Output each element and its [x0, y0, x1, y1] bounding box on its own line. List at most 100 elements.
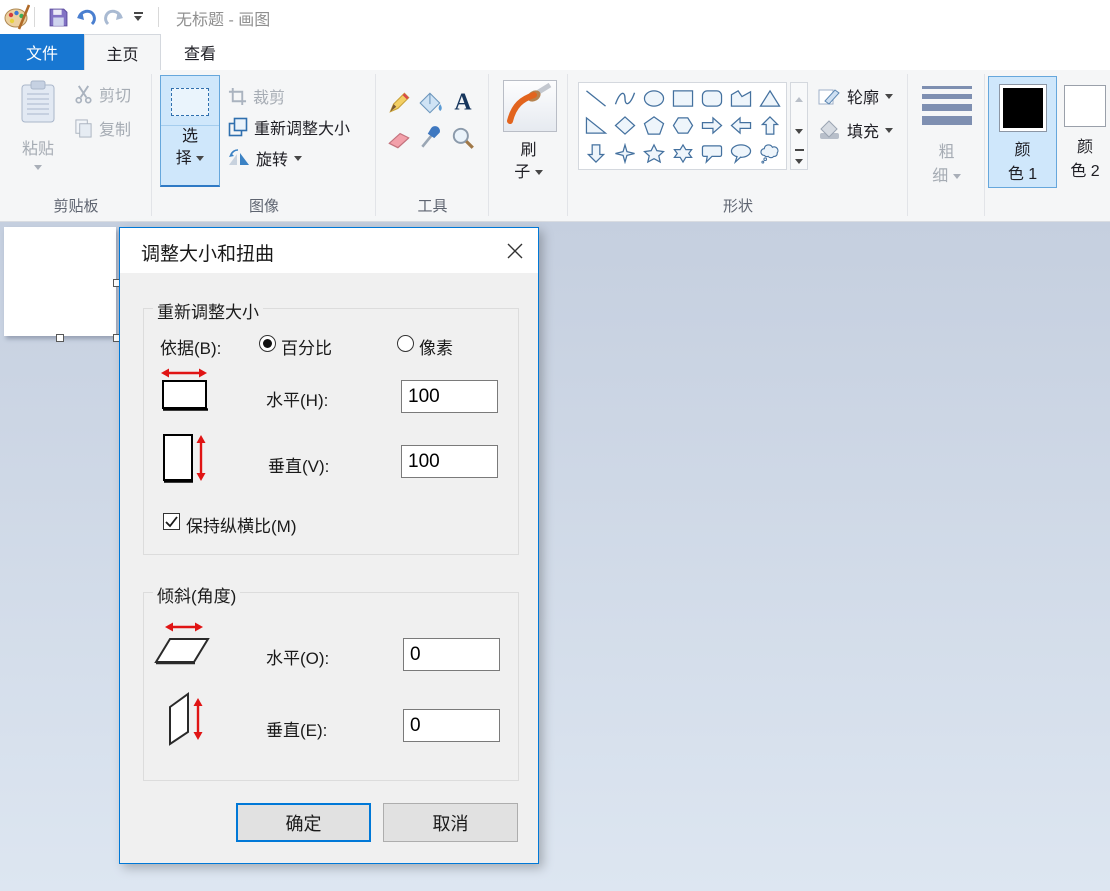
select-button[interactable]: 选 择 — [160, 75, 220, 187]
magnifier-icon[interactable] — [450, 125, 476, 151]
clipboard-group-label: 剪贴板 — [0, 195, 152, 216]
group-image: 选 择 裁剪 重新调整大小 — [152, 70, 376, 222]
shape-pentagon[interactable] — [639, 112, 668, 139]
shape-right-triangle[interactable] — [581, 112, 610, 139]
outline-button[interactable]: 轮廓 — [818, 84, 893, 108]
select-label-2: 择 — [176, 150, 192, 167]
skew-horizontal-label: 水平(O): — [266, 644, 329, 669]
tab-view[interactable]: 查看 — [161, 34, 239, 70]
resize-button[interactable]: 重新调整大小 — [228, 115, 350, 139]
drawing-canvas[interactable] — [4, 227, 116, 336]
redo-button[interactable] — [101, 5, 125, 29]
aspect-ratio-checkbox[interactable] — [163, 513, 180, 530]
copy-button[interactable]: 复制 — [74, 116, 131, 140]
rotate-icon — [228, 148, 250, 168]
paint-window: 无标题 - 画图 文件 主页 查看 粘贴 — [0, 0, 1110, 891]
shape-left-arrow[interactable] — [726, 112, 755, 139]
shape-rounded-callout[interactable] — [697, 140, 726, 167]
fill-icon — [818, 120, 841, 140]
color2-swatch — [1064, 85, 1106, 127]
resize-horizontal-input[interactable] — [401, 380, 498, 413]
crop-label: 裁剪 — [253, 84, 285, 108]
shape-four-point-star[interactable] — [610, 140, 639, 167]
fill-button[interactable]: 填充 — [818, 118, 893, 142]
shape-rectangle[interactable] — [668, 85, 697, 112]
aspect-ratio-label[interactable]: 保持纵横比(M) — [186, 512, 296, 537]
dropdown-arrow-icon — [294, 156, 302, 161]
radio-percent-label[interactable]: 百分比 — [281, 334, 332, 359]
shape-cloud-callout[interactable] — [755, 140, 784, 167]
eyedropper-icon[interactable] — [418, 124, 444, 150]
paste-label: 粘贴 — [12, 135, 64, 159]
rotate-label: 旋转 — [256, 146, 288, 170]
dialog-close-button[interactable] — [502, 239, 528, 263]
brushes-label-2: 子 — [514, 164, 530, 181]
size-button[interactable] — [922, 86, 972, 130]
dropdown-arrow-icon — [535, 170, 543, 175]
rotate-button[interactable]: 旋转 — [228, 146, 302, 170]
shape-right-arrow[interactable] — [697, 112, 726, 139]
skew-vertical-label: 垂直(E): — [266, 716, 327, 741]
radio-pixels-label[interactable]: 像素 — [419, 334, 453, 359]
copy-icon — [74, 119, 93, 138]
selection-rectangle-icon — [171, 88, 209, 116]
undo-button[interactable] — [74, 5, 98, 29]
scroll-down-icon[interactable] — [791, 121, 807, 139]
shape-diamond[interactable] — [610, 112, 639, 139]
color1-swatch — [999, 84, 1047, 132]
shape-curve[interactable] — [610, 85, 639, 112]
skew-horizontal-input[interactable] — [403, 638, 500, 671]
svg-text:A: A — [454, 90, 472, 114]
text-icon[interactable]: A — [450, 88, 476, 114]
resize-icon — [228, 117, 248, 137]
radio-percent[interactable] — [259, 335, 276, 352]
divider — [158, 7, 159, 27]
resize-horizontal-icon — [160, 366, 210, 417]
pencil-icon[interactable] — [386, 90, 412, 116]
ok-button[interactable]: 确定 — [236, 803, 371, 842]
clipboard-icon — [20, 80, 56, 124]
eraser-icon[interactable] — [386, 126, 412, 152]
color1-label-2: 色 1 — [989, 160, 1056, 184]
customize-dropdown-icon[interactable] — [132, 12, 144, 24]
skew-vertical-input[interactable] — [403, 709, 500, 742]
resize-vertical-input[interactable] — [401, 445, 498, 478]
fill-label: 填充 — [847, 118, 879, 142]
shape-down-arrow[interactable] — [581, 140, 610, 167]
shape-line[interactable] — [581, 85, 610, 112]
brushes-button[interactable] — [503, 80, 557, 132]
shape-hexagon[interactable] — [668, 112, 697, 139]
scroll-up-icon[interactable] — [791, 89, 807, 107]
radio-pixels[interactable] — [397, 335, 414, 352]
fill-bucket-icon[interactable] — [418, 90, 444, 116]
dialog-title-bar[interactable]: 调整大小和扭曲 — [120, 228, 538, 273]
skew-horizontal-icon — [153, 620, 213, 671]
checkbox-check-icon — [164, 514, 179, 529]
group-tools: A 工具 — [376, 70, 489, 222]
group-shapes: 轮廓 填充 形状 — [568, 70, 908, 222]
cut-label: 剪切 — [99, 82, 131, 106]
shape-triangle[interactable] — [755, 85, 784, 112]
shape-six-point-star[interactable] — [668, 140, 697, 167]
tab-file[interactable]: 文件 — [0, 34, 84, 70]
group-size: 粗 细 — [908, 70, 985, 222]
shape-rounded-rectangle[interactable] — [697, 85, 726, 112]
paste-button[interactable]: 粘贴 — [12, 76, 64, 192]
shape-five-point-star[interactable] — [639, 140, 668, 167]
shape-ellipse[interactable] — [639, 85, 668, 112]
color2-button[interactable]: 颜 色 2 — [1062, 76, 1108, 188]
canvas-resize-handle-bottom[interactable] — [56, 334, 64, 342]
tab-home[interactable]: 主页 — [84, 34, 161, 70]
scroll-more-icon[interactable] — [791, 149, 807, 169]
save-button[interactable] — [46, 5, 70, 29]
cancel-button[interactable]: 取消 — [383, 803, 518, 842]
shape-oval-callout[interactable] — [726, 140, 755, 167]
shape-polygon[interactable] — [726, 85, 755, 112]
close-icon — [507, 243, 523, 259]
crop-button[interactable]: 裁剪 — [228, 84, 285, 108]
color1-button[interactable]: 颜 色 1 — [988, 76, 1057, 188]
shape-up-arrow[interactable] — [755, 112, 784, 139]
shapes-group-label: 形状 — [568, 195, 908, 216]
cut-button[interactable]: 剪切 — [74, 82, 131, 106]
dropdown-arrow-icon — [885, 128, 893, 133]
